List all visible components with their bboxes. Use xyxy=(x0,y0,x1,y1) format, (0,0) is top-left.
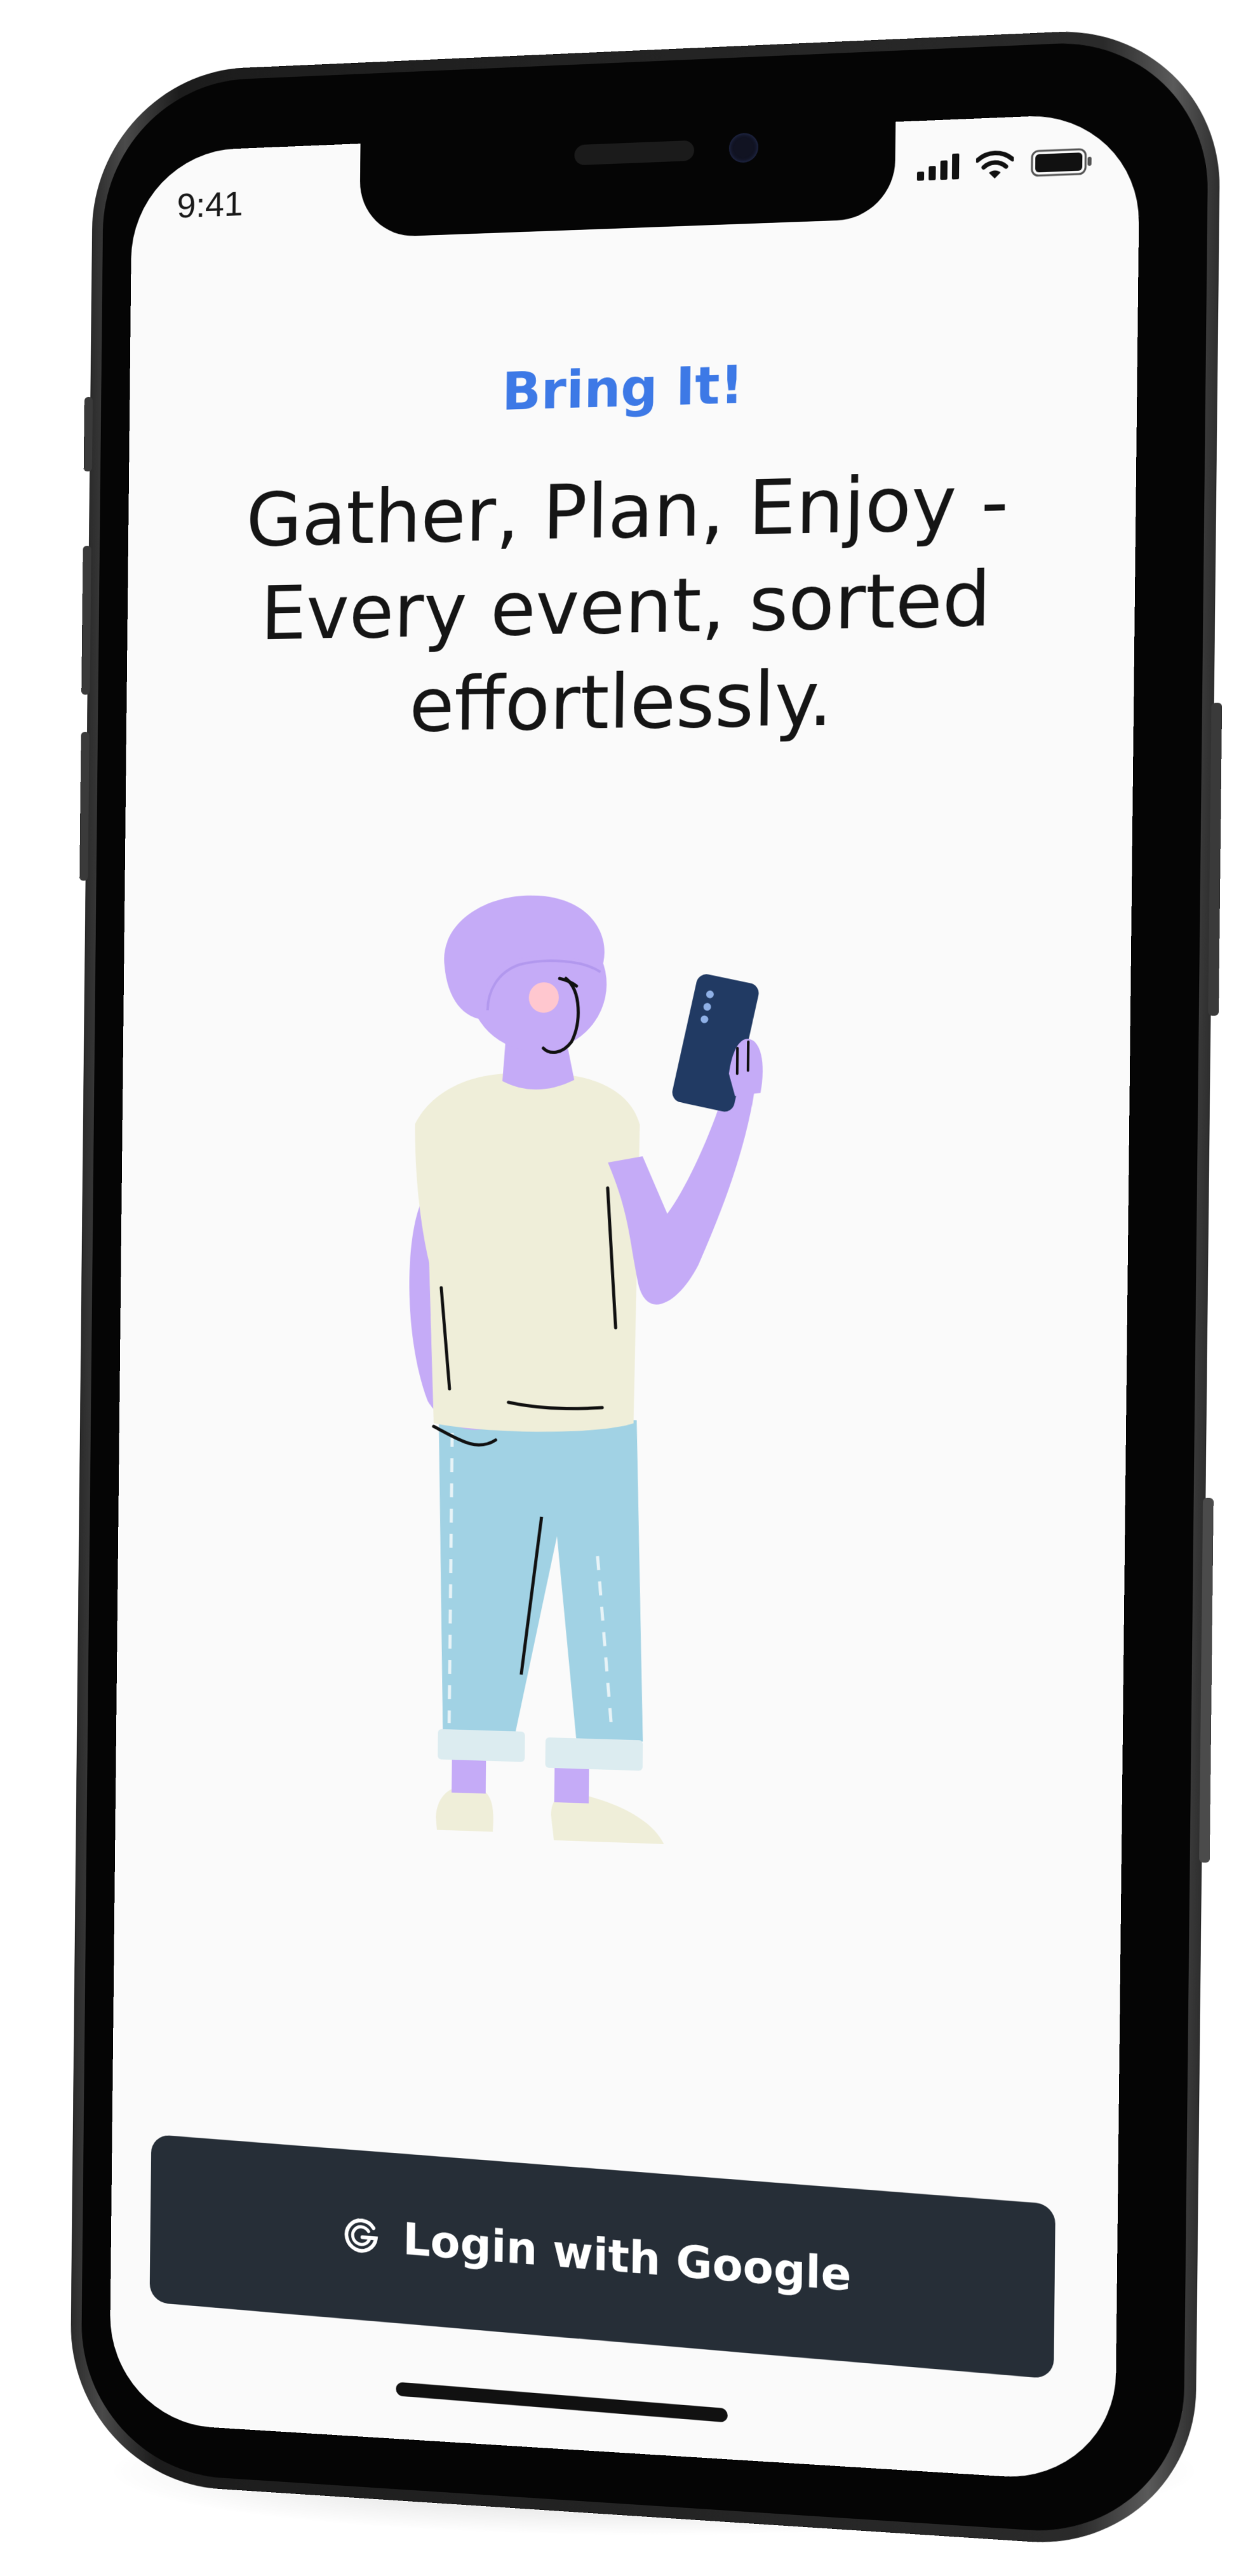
google-icon xyxy=(341,2213,382,2258)
status-icons xyxy=(916,146,1094,183)
signal-bars-icon xyxy=(916,153,960,181)
side-antenna-band xyxy=(1199,1497,1214,1863)
volume-down-button xyxy=(79,732,90,881)
login-button-label: Login with Google xyxy=(402,2213,852,2302)
person-holding-phone-illustration xyxy=(386,882,805,1881)
power-button xyxy=(1208,703,1223,1016)
earpiece-speaker xyxy=(574,140,695,166)
headline: Gather, Plan, Enjoy - Every event, sorte… xyxy=(245,457,1009,749)
mute-switch xyxy=(83,396,93,472)
product-mockup: 9:41 Bring It! Gather, Plan, Enjoy - Eve… xyxy=(0,0,1260,2576)
battery-icon xyxy=(1031,146,1094,179)
login-with-google-button[interactable]: Login with Google xyxy=(149,2134,1056,2380)
wifi-icon xyxy=(976,150,1014,180)
status-time: 9:41 xyxy=(177,183,244,226)
home-indicator[interactable] xyxy=(396,2382,728,2423)
app-brand-title: Bring It! xyxy=(502,354,744,422)
phone-screen: 9:41 Bring It! Gather, Plan, Enjoy - Eve… xyxy=(109,112,1141,2484)
front-camera xyxy=(728,132,759,163)
volume-up-button xyxy=(81,546,91,695)
